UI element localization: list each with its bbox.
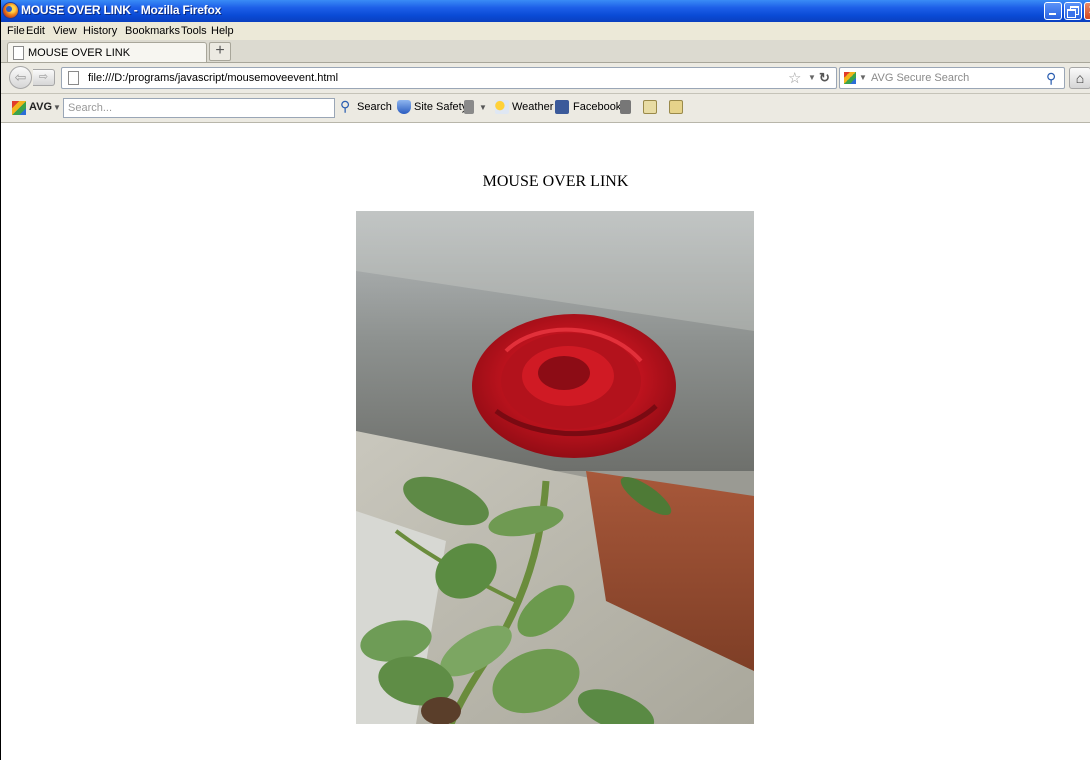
back-forward-group: ⇦ ⇨ — [9, 66, 57, 89]
avg-search-input[interactable]: Search... — [63, 98, 335, 118]
facebook-icon — [555, 100, 569, 114]
avg-brand[interactable]: AVG — [29, 101, 52, 113]
tab-mouse-over-link[interactable]: MOUSE OVER LINK — [7, 42, 207, 62]
trash-dropdown-icon[interactable]: ▼ — [479, 103, 487, 112]
notepad-icon[interactable] — [643, 100, 657, 114]
tab-strip: MOUSE OVER LINK + — [1, 40, 1090, 63]
shield-icon — [397, 100, 411, 114]
rose-image[interactable] — [356, 211, 754, 724]
title-bar: MOUSE OVER LINK - Mozilla Firefox — [1, 0, 1090, 22]
bookmark-star-icon[interactable]: ☆ — [788, 69, 801, 87]
avg-engine-icon[interactable] — [844, 72, 856, 84]
page-content: MOUSE OVER LINK — [1, 123, 1090, 760]
site-safety-button[interactable]: Site Safety — [414, 101, 467, 113]
rose-photo-icon — [356, 211, 754, 724]
menu-edit[interactable]: Edit — [26, 25, 45, 37]
weather-button[interactable]: Weather — [512, 101, 553, 113]
page-heading: MOUSE OVER LINK — [482, 173, 629, 190]
avg-dropdown-icon[interactable]: ▼ — [53, 103, 61, 112]
calculator-icon[interactable] — [620, 100, 631, 114]
address-bar[interactable]: file:///D:/programs/javascript/mousemove… — [61, 67, 837, 89]
menu-tools[interactable]: Tools — [181, 25, 207, 37]
menu-history[interactable]: History — [83, 25, 117, 37]
menu-file[interactable]: File — [7, 25, 25, 37]
firefox-icon — [3, 3, 18, 18]
home-button[interactable]: ⌂ — [1069, 67, 1090, 89]
window-title: MOUSE OVER LINK - Mozilla Firefox — [21, 3, 222, 17]
search-placeholder: AVG Secure Search — [871, 72, 970, 84]
avg-search-placeholder: Search... — [68, 102, 113, 114]
navigation-bar: ⇦ ⇨ file:///D:/programs/javascript/mouse… — [1, 63, 1090, 94]
avg-search-button[interactable]: Search — [357, 101, 392, 113]
magnifier-icon[interactable] — [669, 100, 683, 114]
search-icon[interactable]: ⚲ — [340, 98, 350, 115]
trash-icon[interactable] — [464, 100, 474, 114]
forward-button[interactable]: ⇨ — [33, 69, 55, 86]
page-icon — [68, 71, 79, 85]
menu-help[interactable]: Help — [211, 25, 234, 37]
menu-bar: File Edit View History Bookmarks Tools H… — [1, 22, 1090, 40]
address-url: file:///D:/programs/javascript/mousemove… — [88, 72, 339, 84]
history-dropdown-icon[interactable]: ▼ — [808, 73, 816, 82]
menu-bookmarks[interactable]: Bookmarks — [125, 25, 180, 37]
avg-logo-icon[interactable] — [12, 101, 26, 115]
weather-icon — [495, 100, 509, 114]
search-bar[interactable]: ▼ AVG Secure Search ⚲ — [839, 67, 1065, 89]
search-icon[interactable]: ⚲ — [1046, 70, 1056, 87]
avg-toolbar: AVG ▼ Search... ⚲ Search Site Safety ▼ W… — [1, 94, 1090, 123]
restore-button[interactable] — [1064, 2, 1082, 20]
tab-label: MOUSE OVER LINK — [28, 47, 131, 59]
firefox-window: MOUSE OVER LINK - Mozilla Firefox File E… — [0, 0, 1090, 760]
back-button[interactable]: ⇦ — [9, 66, 32, 89]
page-icon — [13, 46, 24, 60]
minimize-button[interactable] — [1044, 2, 1062, 20]
close-button[interactable] — [1084, 2, 1090, 20]
reload-icon[interactable]: ↻ — [819, 70, 830, 86]
new-tab-button[interactable]: + — [209, 42, 231, 61]
menu-view[interactable]: View — [53, 25, 77, 37]
facebook-button[interactable]: Facebook — [573, 101, 621, 113]
engine-dropdown-icon[interactable]: ▼ — [859, 73, 867, 82]
